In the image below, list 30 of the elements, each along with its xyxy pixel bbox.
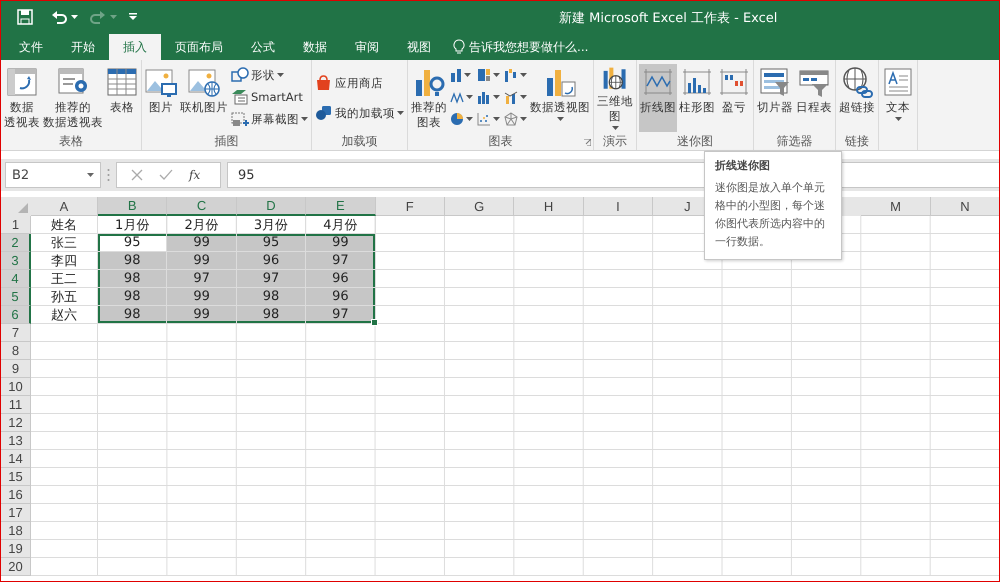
table-cell: 97 bbox=[236, 270, 306, 288]
group-label: 表格 bbox=[58, 134, 84, 150]
table-cell: 99 bbox=[167, 306, 237, 324]
group-label: 插图 bbox=[214, 134, 240, 150]
group-label: 演示 bbox=[602, 134, 628, 150]
group-label: 图表 bbox=[488, 134, 514, 150]
table-cell: 99 bbox=[306, 234, 376, 252]
table-cell: 95 bbox=[236, 234, 306, 252]
table-cell: 99 bbox=[167, 288, 237, 306]
table-cell: 97 bbox=[306, 252, 376, 270]
table-cell: 98 bbox=[98, 252, 168, 270]
group-label: 迷你图 bbox=[676, 134, 714, 150]
table-cell: 95 bbox=[98, 234, 168, 252]
table-cell: 96 bbox=[236, 252, 306, 270]
table-cell: 98 bbox=[98, 270, 168, 288]
table-cell: 97 bbox=[167, 270, 237, 288]
group-label: 加载项 bbox=[340, 134, 378, 150]
group-label: 链接 bbox=[844, 134, 870, 150]
table-cell: 98 bbox=[98, 288, 168, 306]
table-cell: 99 bbox=[167, 234, 237, 252]
table-cell: 99 bbox=[167, 252, 237, 270]
table-cell: 98 bbox=[98, 306, 168, 324]
window-title: 新建 Microsoft Excel 工作表 - Excel bbox=[559, 10, 778, 27]
table-cell: 姓名 bbox=[31, 216, 98, 234]
table-cell: 98 bbox=[236, 288, 306, 306]
table-cell: 96 bbox=[306, 270, 376, 288]
table-cell: 97 bbox=[306, 306, 376, 324]
table-cell: 96 bbox=[306, 288, 376, 306]
table-cell: 98 bbox=[236, 306, 306, 324]
group-label: 筛选器 bbox=[776, 134, 814, 150]
